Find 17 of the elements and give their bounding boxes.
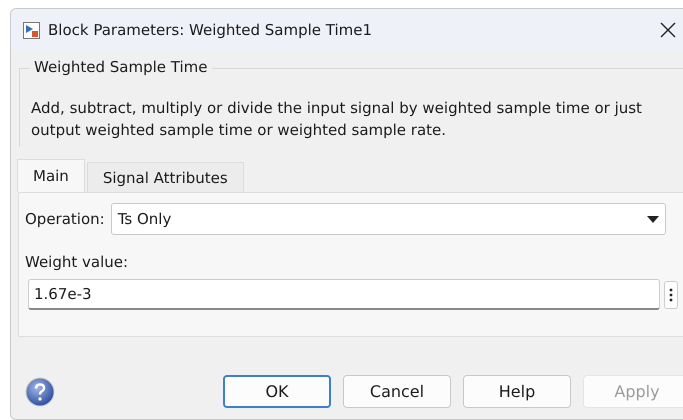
more-options-button[interactable] — [664, 280, 678, 308]
dialog-button[interactable]: Cancel — [343, 375, 451, 408]
dropdown-arrow-icon — [646, 216, 659, 222]
operation-label: Operation: — [25, 210, 105, 228]
group-title: Weighted Sample Time — [30, 58, 212, 76]
dialog-button[interactable]: OK — [223, 375, 331, 408]
operation-dropdown[interactable]: Ts Only — [110, 203, 666, 235]
block-icon — [23, 22, 40, 38]
tab[interactable]: Main — [17, 159, 85, 192]
help-icon[interactable] — [25, 376, 55, 406]
window-title: Block Parameters: Weighted Sample Time1 — [48, 21, 374, 39]
block-description: Add, subtract, multiply or divide the input signal by weighted sample time or just output weighted sample time or weighted sample rate. — [31, 98, 643, 141]
tab[interactable]: Signal Attributes — [86, 162, 244, 192]
weight-value-field[interactable]: 1.67e-3 — [28, 279, 660, 310]
weight-value-label: Weight value: — [25, 253, 130, 271]
vertical-dots-icon — [669, 288, 673, 302]
dialog-button[interactable]: Help — [463, 375, 571, 408]
